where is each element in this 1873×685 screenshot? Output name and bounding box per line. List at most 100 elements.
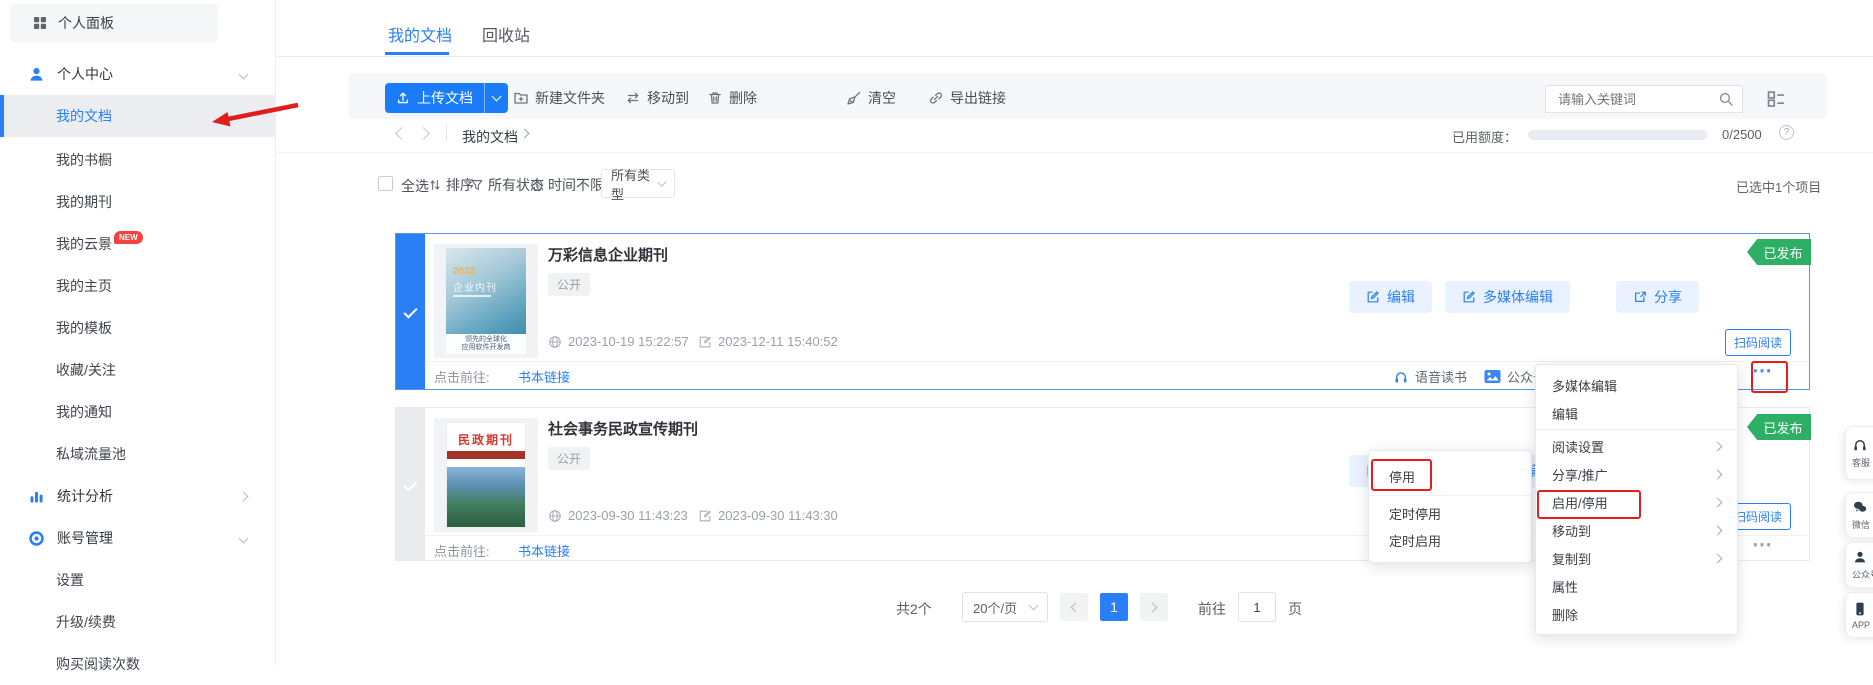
sidebar-item-my-journals[interactable]: 我的期刊 [0,181,275,223]
edit-time-icon [698,335,712,349]
qr-read-button[interactable]: 扫码阅读 [1725,329,1791,356]
cover-tagline-2: 应用软件开发商 [462,344,511,352]
prev-page-button[interactable] [1060,593,1088,621]
menu-item-properties[interactable]: 属性 [1536,572,1737,600]
search-icon[interactable] [1718,91,1734,107]
type-filter-dropdown[interactable]: 所有类型 [601,169,675,198]
more-actions-button[interactable] [1752,358,1773,384]
sidebar-item-my-cloudview[interactable]: 我的云景NEW [0,223,275,265]
page-size-dropdown[interactable]: 20个/页 [962,592,1048,622]
menu-item-scheduled-disable[interactable]: 定时停用 [1369,500,1531,527]
upload-document-split-button[interactable]: 上传文档 [385,83,508,113]
updated-value: 2023-09-30 11:43:30 [718,508,838,523]
link-icon [928,90,944,106]
card-checkbox[interactable] [396,408,425,560]
sidebar-item-buy-reads[interactable]: 购买阅读次数 [0,643,275,685]
sidebar-item-label: 我的通知 [56,402,112,422]
share-button[interactable]: 分享 [1616,281,1699,313]
page-size-value: 20个/页 [973,598,1017,617]
widget-label: 客服 [1852,456,1870,469]
widget-wechat[interactable]: 微信 [1845,492,1873,538]
cover-year: 2022 [453,266,475,277]
chevron-right-icon [1713,497,1723,507]
export-link-button[interactable]: 导出链接 [928,88,1006,108]
time-filter-button[interactable]: 时间不限 [530,175,604,195]
sidebar-group-statistics[interactable]: 统计分析 [0,475,275,517]
menu-item-disable[interactable]: 停用 [1369,461,1531,491]
card-selected-checkbox[interactable] [396,234,425,389]
move-to-button[interactable]: 移动到 [625,88,689,108]
voice-read-button[interactable]: 语音读书 [1393,367,1467,386]
delete-button[interactable]: 删除 [707,88,757,108]
official-account-icon [1852,549,1868,565]
upload-more-options-button[interactable] [484,83,508,113]
upload-document-button[interactable]: 上传文档 [385,83,484,113]
sidebar-item-my-templates[interactable]: 我的模板 [0,307,275,349]
book-link[interactable]: 书本链接 [518,541,570,560]
quota-help-icon[interactable]: ? [1779,125,1794,140]
menu-item-media-edit[interactable]: 多媒体编辑 [1536,371,1737,399]
breadcrumb-chevron-icon [520,129,530,139]
edit-button[interactable]: 编辑 [1349,281,1432,313]
widget-official-account[interactable]: 公众号 [1845,542,1873,588]
sidebar-item-private-traffic[interactable]: 私域流量池 [0,433,275,475]
document-title[interactable]: 社会事务民政宣传期刊 [548,418,698,439]
menu-item-label: 定时停用 [1389,504,1441,523]
menu-item-label: 属性 [1552,577,1578,596]
breadcrumb-row-divider [277,152,1873,153]
sidebar-group-personal-center[interactable]: 个人中心 [0,53,275,95]
widget-customer-service[interactable]: 客服 [1845,426,1873,480]
document-title[interactable]: 万彩信息企业期刊 [548,244,668,265]
new-badge: NEW [114,231,143,244]
menu-item-delete[interactable]: 删除 [1536,600,1737,628]
new-folder-button[interactable]: 新建文件夹 [513,88,605,108]
widget-app[interactable]: APP [1845,592,1873,638]
cover-title: 企业内刊 [453,279,497,294]
menu-item-share-promote[interactable]: 分享/推广 [1536,460,1737,488]
sidebar-group-account[interactable]: 账号管理 [0,517,275,559]
sidebar-item-dashboard[interactable]: 个人面板 [10,4,218,42]
breadcrumb-back-icon[interactable] [395,127,408,140]
book-link[interactable]: 书本链接 [518,367,570,386]
clear-button[interactable]: 清空 [846,88,896,108]
sidebar-item-upgrade[interactable]: 升级/续费 [0,601,275,643]
menu-item-copy-to[interactable]: 复制到 [1536,544,1737,572]
menu-item-scheduled-enable[interactable]: 定时启用 [1369,527,1531,554]
goto-page-input[interactable]: 1 [1238,592,1276,622]
more-actions-button[interactable] [1752,532,1773,558]
breadcrumb-current[interactable]: 我的文档 [462,127,518,147]
chevron-down-icon [239,533,249,543]
sidebar-item-favorites[interactable]: 收藏/关注 [0,349,275,391]
widget-label: 公众号 [1852,568,1873,581]
menu-item-move-to[interactable]: 移动到 [1536,516,1737,544]
sidebar-item-my-homepage[interactable]: 我的主页 [0,265,275,307]
search-box [1545,85,1743,113]
sidebar-item-label: 私域流量池 [56,444,126,464]
sidebar-item-my-documents[interactable]: 我的文档 [0,95,275,137]
document-thumbnail[interactable]: 2022 企业内刊 领先的全球化 应用软件开发商 [434,244,538,358]
sidebar-item-my-bookshelf[interactable]: 我的书橱 [0,139,275,181]
tab-recycle-bin[interactable]: 回收站 [482,22,530,46]
quota-value: 0/2500 [1722,127,1762,142]
search-input[interactable] [1545,85,1743,113]
document-context-menu: 多媒体编辑 编辑 阅读设置 分享/推广 启用/停用 移动到 复制到 属性 删除 [1535,364,1738,635]
chevron-right-icon [1713,469,1723,479]
menu-item-read-settings[interactable]: 阅读设置 [1536,432,1737,460]
media-edit-button[interactable]: 多媒体编辑 [1445,281,1570,313]
check-icon [403,477,417,491]
document-thumbnail[interactable]: 民政期刊 [434,418,538,532]
new-folder-label: 新建文件夹 [535,88,605,108]
breadcrumb-forward-icon[interactable] [417,127,430,140]
move-arrows-icon [625,90,641,106]
menu-item-enable-disable[interactable]: 启用/停用 [1536,488,1737,516]
next-page-button[interactable] [1140,593,1168,621]
select-all-label: 全选 [401,176,429,196]
view-toggle-icon[interactable] [1766,89,1786,109]
menu-item-edit[interactable]: 编辑 [1536,399,1737,427]
page-number-button[interactable]: 1 [1100,593,1128,621]
sort-button[interactable]: 排序 [428,175,474,195]
sidebar-item-notifications[interactable]: 我的通知 [0,391,275,433]
sidebar-item-settings[interactable]: 设置 [0,559,275,601]
tab-my-documents[interactable]: 我的文档 [388,22,452,46]
select-all-checkbox[interactable] [378,176,393,191]
